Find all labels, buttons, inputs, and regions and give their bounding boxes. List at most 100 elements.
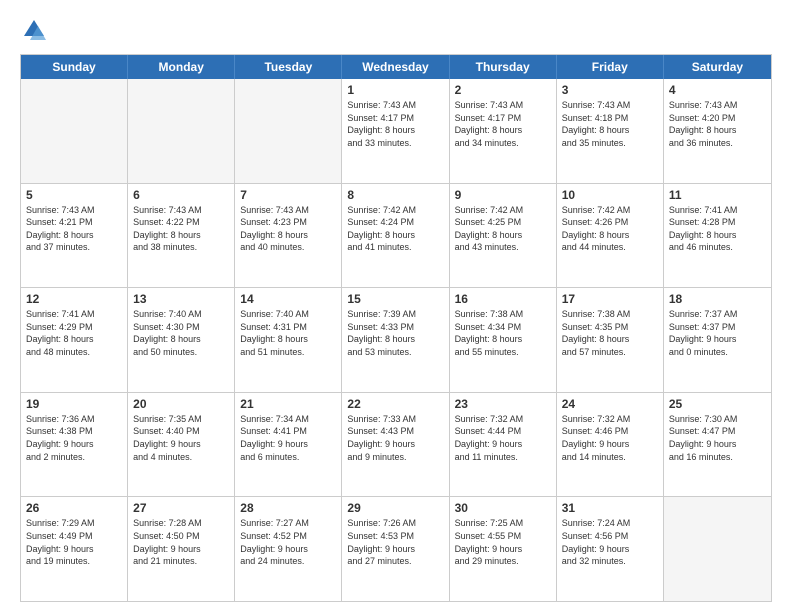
cell-info-text: Sunrise: 7:29 AM Sunset: 4:49 PM Dayligh… <box>26 517 122 567</box>
day-number: 20 <box>133 397 229 411</box>
calendar-row-1: 1 Sunrise: 7:43 AM Sunset: 4:17 PM Daylig… <box>21 79 771 183</box>
day-number: 26 <box>26 501 122 515</box>
cell-info-text: Sunrise: 7:43 AM Sunset: 4:17 PM Dayligh… <box>455 99 551 149</box>
cell-info-text: Sunrise: 7:43 AM Sunset: 4:17 PM Dayligh… <box>347 99 443 149</box>
calendar-cell-9: 9Sunrise: 7:42 AM Sunset: 4:25 PM Daylig… <box>450 184 557 288</box>
day-number: 29 <box>347 501 443 515</box>
cell-info-text: Sunrise: 7:43 AM Sunset: 4:20 PM Dayligh… <box>669 99 766 149</box>
cell-info-text: Sunrise: 7:37 AM Sunset: 4:37 PM Dayligh… <box>669 308 766 358</box>
cell-info-text: Sunrise: 7:41 AM Sunset: 4:29 PM Dayligh… <box>26 308 122 358</box>
day-number: 15 <box>347 292 443 306</box>
day-number: 10 <box>562 188 658 202</box>
calendar-cell-11: 11Sunrise: 7:41 AM Sunset: 4:28 PM Dayli… <box>664 184 771 288</box>
cell-info-text: Sunrise: 7:42 AM Sunset: 4:26 PM Dayligh… <box>562 204 658 254</box>
calendar-body: 1 Sunrise: 7:43 AM Sunset: 4:17 PM Daylig… <box>21 79 771 601</box>
calendar-cell-21: 21 Sunrise: 7:34 AM Sunset: 4:41 PM Dayli… <box>235 393 342 497</box>
cell-info-text: Sunrise: 7:30 AM Sunset: 4:47 PM Dayligh… <box>669 413 766 463</box>
calendar-row-3: 12 Sunrise: 7:41 AM Sunset: 4:29 PM Dayli… <box>21 287 771 392</box>
calendar-cell-10: 10 Sunrise: 7:42 AM Sunset: 4:26 PM Dayli… <box>557 184 664 288</box>
calendar-row-2: 5Sunrise: 7:43 AM Sunset: 4:21 PM Daylig… <box>21 183 771 288</box>
day-number: 17 <box>562 292 658 306</box>
calendar-cell-empty-0-2 <box>235 79 342 183</box>
calendar-cell-14: 14 Sunrise: 7:40 AM Sunset: 4:31 PM Dayli… <box>235 288 342 392</box>
day-number: 27 <box>133 501 229 515</box>
calendar-cell-26: 26 Sunrise: 7:29 AM Sunset: 4:49 PM Dayli… <box>21 497 128 601</box>
page: SundayMondayTuesdayWednesdayThursdayFrid… <box>0 0 792 612</box>
cell-info-text: Sunrise: 7:40 AM Sunset: 4:30 PM Dayligh… <box>133 308 229 358</box>
day-number: 4 <box>669 83 766 97</box>
calendar-cell-8: 8 Sunrise: 7:42 AM Sunset: 4:24 PM Daylig… <box>342 184 449 288</box>
day-number: 2 <box>455 83 551 97</box>
calendar-row-4: 19 Sunrise: 7:36 AM Sunset: 4:38 PM Dayli… <box>21 392 771 497</box>
calendar-cell-17: 17 Sunrise: 7:38 AM Sunset: 4:35 PM Dayli… <box>557 288 664 392</box>
cell-info-text: Sunrise: 7:33 AM Sunset: 4:43 PM Dayligh… <box>347 413 443 463</box>
calendar-cell-28: 28 Sunrise: 7:27 AM Sunset: 4:52 PM Dayli… <box>235 497 342 601</box>
calendar-cell-empty-0-0 <box>21 79 128 183</box>
cell-info-text: Sunrise: 7:27 AM Sunset: 4:52 PM Dayligh… <box>240 517 336 567</box>
day-number: 19 <box>26 397 122 411</box>
day-number: 25 <box>669 397 766 411</box>
calendar-cell-empty-0-1 <box>128 79 235 183</box>
cell-info-text: Sunrise: 7:28 AM Sunset: 4:50 PM Dayligh… <box>133 517 229 567</box>
cell-info-text: Sunrise: 7:42 AM Sunset: 4:24 PM Dayligh… <box>347 204 443 254</box>
weekday-header-thursday: Thursday <box>450 55 557 79</box>
cell-info-text: Sunrise: 7:38 AM Sunset: 4:35 PM Dayligh… <box>562 308 658 358</box>
calendar-cell-12: 12 Sunrise: 7:41 AM Sunset: 4:29 PM Dayli… <box>21 288 128 392</box>
calendar-cell-3: 3 Sunrise: 7:43 AM Sunset: 4:18 PM Daylig… <box>557 79 664 183</box>
calendar-cell-22: 22 Sunrise: 7:33 AM Sunset: 4:43 PM Dayli… <box>342 393 449 497</box>
cell-info-text: Sunrise: 7:36 AM Sunset: 4:38 PM Dayligh… <box>26 413 122 463</box>
cell-info-text: Sunrise: 7:34 AM Sunset: 4:41 PM Dayligh… <box>240 413 336 463</box>
day-number: 6 <box>133 188 229 202</box>
calendar-row-5: 26 Sunrise: 7:29 AM Sunset: 4:49 PM Dayli… <box>21 496 771 601</box>
cell-info-text: Sunrise: 7:41 AM Sunset: 4:28 PM Dayligh… <box>669 204 766 254</box>
logo <box>20 16 52 44</box>
calendar-cell-5: 5Sunrise: 7:43 AM Sunset: 4:21 PM Daylig… <box>21 184 128 288</box>
calendar-cell-25: 25 Sunrise: 7:30 AM Sunset: 4:47 PM Dayli… <box>664 393 771 497</box>
calendar-cell-13: 13 Sunrise: 7:40 AM Sunset: 4:30 PM Dayli… <box>128 288 235 392</box>
cell-info-text: Sunrise: 7:43 AM Sunset: 4:22 PM Dayligh… <box>133 204 229 254</box>
calendar-cell-29: 29Sunrise: 7:26 AM Sunset: 4:53 PM Dayli… <box>342 497 449 601</box>
day-number: 12 <box>26 292 122 306</box>
cell-info-text: Sunrise: 7:38 AM Sunset: 4:34 PM Dayligh… <box>455 308 551 358</box>
day-number: 24 <box>562 397 658 411</box>
day-number: 5 <box>26 188 122 202</box>
calendar-cell-27: 27 Sunrise: 7:28 AM Sunset: 4:50 PM Dayli… <box>128 497 235 601</box>
logo-icon <box>20 16 48 44</box>
calendar-cell-7: 7 Sunrise: 7:43 AM Sunset: 4:23 PM Daylig… <box>235 184 342 288</box>
calendar-cell-20: 20 Sunrise: 7:35 AM Sunset: 4:40 PM Dayli… <box>128 393 235 497</box>
calendar-cell-30: 30 Sunrise: 7:25 AM Sunset: 4:55 PM Dayli… <box>450 497 557 601</box>
day-number: 9 <box>455 188 551 202</box>
calendar-cell-6: 6 Sunrise: 7:43 AM Sunset: 4:22 PM Daylig… <box>128 184 235 288</box>
day-number: 23 <box>455 397 551 411</box>
weekday-header-wednesday: Wednesday <box>342 55 449 79</box>
day-number: 8 <box>347 188 443 202</box>
day-number: 31 <box>562 501 658 515</box>
header <box>20 16 772 44</box>
cell-info-text: Sunrise: 7:43 AM Sunset: 4:18 PM Dayligh… <box>562 99 658 149</box>
day-number: 1 <box>347 83 443 97</box>
weekday-header-friday: Friday <box>557 55 664 79</box>
day-number: 30 <box>455 501 551 515</box>
day-number: 21 <box>240 397 336 411</box>
calendar-cell-1: 1 Sunrise: 7:43 AM Sunset: 4:17 PM Daylig… <box>342 79 449 183</box>
cell-info-text: Sunrise: 7:32 AM Sunset: 4:44 PM Dayligh… <box>455 413 551 463</box>
weekday-header-monday: Monday <box>128 55 235 79</box>
cell-info-text: Sunrise: 7:43 AM Sunset: 4:23 PM Dayligh… <box>240 204 336 254</box>
calendar-cell-16: 16Sunrise: 7:38 AM Sunset: 4:34 PM Dayli… <box>450 288 557 392</box>
cell-info-text: Sunrise: 7:39 AM Sunset: 4:33 PM Dayligh… <box>347 308 443 358</box>
cell-info-text: Sunrise: 7:25 AM Sunset: 4:55 PM Dayligh… <box>455 517 551 567</box>
day-number: 7 <box>240 188 336 202</box>
day-number: 28 <box>240 501 336 515</box>
day-number: 18 <box>669 292 766 306</box>
day-number: 14 <box>240 292 336 306</box>
calendar-header-row: SundayMondayTuesdayWednesdayThursdayFrid… <box>21 55 771 79</box>
day-number: 3 <box>562 83 658 97</box>
day-number: 13 <box>133 292 229 306</box>
calendar: SundayMondayTuesdayWednesdayThursdayFrid… <box>20 54 772 602</box>
weekday-header-saturday: Saturday <box>664 55 771 79</box>
day-number: 22 <box>347 397 443 411</box>
calendar-cell-23: 23 Sunrise: 7:32 AM Sunset: 4:44 PM Dayli… <box>450 393 557 497</box>
cell-info-text: Sunrise: 7:35 AM Sunset: 4:40 PM Dayligh… <box>133 413 229 463</box>
cell-info-text: Sunrise: 7:40 AM Sunset: 4:31 PM Dayligh… <box>240 308 336 358</box>
calendar-cell-4: 4 Sunrise: 7:43 AM Sunset: 4:20 PM Daylig… <box>664 79 771 183</box>
